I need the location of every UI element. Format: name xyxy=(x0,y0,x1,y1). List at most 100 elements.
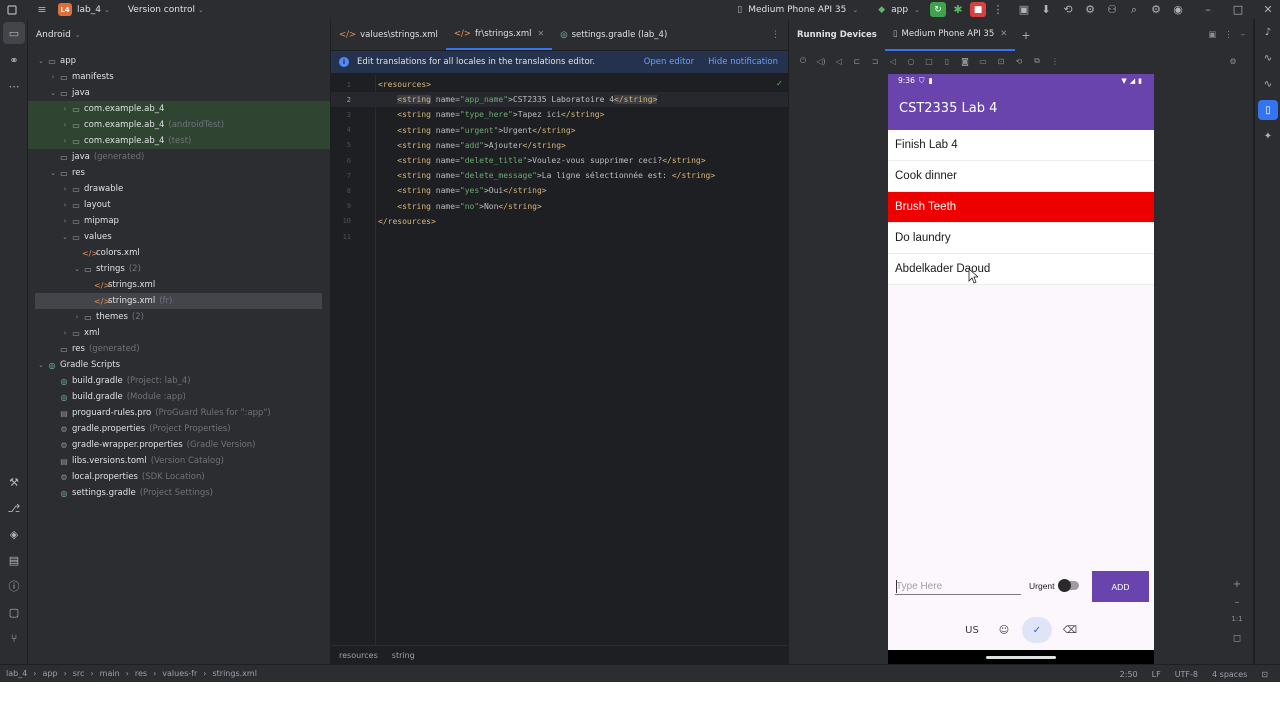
home-gesture-pill[interactable] xyxy=(986,656,1056,659)
list-item[interactable]: Brush Teeth xyxy=(888,192,1154,223)
tree-item[interactable]: ▭ res (generated) xyxy=(28,341,330,357)
tree-item[interactable]: › ▭ themes (2) xyxy=(28,309,330,325)
collapsed-chevron-icon[interactable]: › xyxy=(60,137,70,145)
path-item[interactable]: src xyxy=(73,669,85,678)
tree-item[interactable]: ⚙ gradle.properties (Project Properties) xyxy=(28,421,330,437)
tree-item[interactable]: ◎ settings.gradle (Project Settings) xyxy=(28,485,330,501)
tree-item[interactable]: </> strings.xml xyxy=(28,277,330,293)
device-frame-icon[interactable]: ▯ xyxy=(941,57,953,66)
tree-item[interactable]: ⌄ ▭ values xyxy=(28,229,330,245)
collapsed-chevron-icon[interactable]: › xyxy=(60,185,70,193)
minimize-icon[interactable]: – xyxy=(1200,2,1216,18)
collapsed-chevron-icon[interactable]: › xyxy=(60,329,70,337)
power-icon[interactable]: ⏻ xyxy=(797,56,809,66)
tree-item[interactable]: ▤ proguard-rules.pro (ProGuard Rules for "… xyxy=(28,405,330,421)
emulator-screen[interactable]: 9:36 ⛉ ▮ ▼ ◢ ▮ CST2335 Lab 4 Finish Lab … xyxy=(888,74,1154,664)
breadcrumb-item[interactable]: resources xyxy=(339,651,378,660)
add-button[interactable]: ADD xyxy=(1092,571,1149,602)
search-icon[interactable]: ⌕ xyxy=(1126,2,1142,18)
device-settings-icon[interactable]: ⚙ xyxy=(1227,57,1239,66)
tree-item[interactable]: › ▭ mipmap xyxy=(28,213,330,229)
tree-item[interactable]: › ▭ drawable xyxy=(28,181,330,197)
lock-icon[interactable]: ⊡ xyxy=(1261,670,1268,679)
code-line[interactable]: 10 </resources> xyxy=(331,214,788,229)
build-icon[interactable]: ⚒ xyxy=(0,469,28,495)
urgent-switch[interactable] xyxy=(1058,579,1079,592)
tree-item[interactable]: ⌄ ◎ Gradle Scripts xyxy=(28,357,330,373)
project-chevron-down-icon[interactable]: ⌄ xyxy=(104,6,110,14)
code-line[interactable]: 2 <string name="app_name">CST2335 Labora… xyxy=(331,92,788,108)
tree-item[interactable]: ▭ java (generated) xyxy=(28,149,330,165)
tree-item[interactable]: › ▭ layout xyxy=(28,197,330,213)
collapsed-chevron-icon[interactable]: › xyxy=(60,217,70,225)
tree-item[interactable]: › ▭ xml xyxy=(28,325,330,341)
snapshot-icon[interactable]: ⊡ xyxy=(995,57,1007,66)
tree-item[interactable]: </> strings.xml (fr) xyxy=(35,293,322,309)
running-devices-icon[interactable]: ▯ xyxy=(1258,100,1278,120)
list-item[interactable]: Cook dinner xyxy=(888,161,1154,192)
tree-item[interactable]: › ▭ manifests xyxy=(28,69,330,85)
toolbar-more-icon[interactable]: ⋮ xyxy=(1049,57,1061,66)
tree-item[interactable]: ⚙ gradle-wrapper.properties (Gradle Versio… xyxy=(28,437,330,453)
volume-down-icon[interactable]: ◁ xyxy=(833,57,845,66)
code-with-me-icon[interactable]: ⚇ xyxy=(1104,2,1120,18)
list-item[interactable]: Do laundry xyxy=(888,223,1154,254)
code-line[interactable]: 11 xyxy=(331,229,788,244)
more-tools-icon[interactable]: ⋯ xyxy=(0,73,28,99)
expanded-chevron-icon[interactable]: ⌄ xyxy=(72,265,82,273)
collapsed-chevron-icon[interactable]: › xyxy=(72,313,82,321)
version-control-menu[interactable]: Version control xyxy=(128,5,195,15)
maximize-icon[interactable]: □ xyxy=(1230,2,1246,18)
sdk-manager-icon[interactable]: ⬇ xyxy=(1038,2,1054,18)
debug-icon[interactable]: ✱ xyxy=(950,2,966,18)
ai-assistant-icon[interactable]: ✦ xyxy=(1255,123,1280,149)
tree-item[interactable]: ⌄ ▭ res xyxy=(28,165,330,181)
main-menu-icon[interactable]: ≡ xyxy=(34,2,50,18)
app-quality-icon[interactable]: ◈ xyxy=(0,521,28,547)
tree-item[interactable]: ◎ build.gradle (Project: lab_4) xyxy=(28,373,330,389)
tree-item[interactable]: › ▭ com.example.ab_4 (test) xyxy=(28,133,330,149)
keyboard-language-key[interactable]: US xyxy=(958,617,986,643)
rerun-icon[interactable]: ↻ xyxy=(930,2,946,17)
tree-item[interactable]: › ▭ com.example.ab_4 (androidTest) xyxy=(28,117,330,133)
code-line[interactable]: 6 <string name="delete_title">Voulez-vou… xyxy=(331,153,788,168)
device-selector[interactable]: Medium Phone API 35 xyxy=(748,5,846,15)
tree-item[interactable]: ◎ build.gradle (Module :app) xyxy=(28,389,330,405)
expanded-chevron-icon[interactable]: ⌄ xyxy=(36,57,46,65)
tab-close-icon[interactable]: ✕ xyxy=(538,29,545,38)
problems-icon[interactable]: ⓘ xyxy=(0,573,28,599)
tree-item[interactable]: ⚙ local.properties (SDK Location) xyxy=(28,469,330,485)
done-check-icon[interactable]: ✓ xyxy=(1022,617,1052,643)
collapsed-chevron-icon[interactable]: › xyxy=(60,121,70,129)
gradle-icon[interactable]: ∿ xyxy=(1255,71,1280,97)
volume-up-icon[interactable]: ◁) xyxy=(815,57,827,66)
expanded-chevron-icon[interactable]: ⌄ xyxy=(60,233,70,241)
plugin-icon[interactable]: ⚙ xyxy=(1082,2,1098,18)
hide-notification-link[interactable]: Hide notification xyxy=(708,57,778,67)
gemini-icon[interactable]: ∿ xyxy=(1255,45,1280,71)
code-line[interactable]: 7 <string name="delete_message">La ligne… xyxy=(331,168,788,183)
app-inspection-icon[interactable]: ▤ xyxy=(0,547,28,573)
notifications-icon[interactable]: ♪ xyxy=(1255,19,1280,45)
device-tab-close-icon[interactable]: ✕ xyxy=(1000,29,1007,39)
settings-gear-icon[interactable]: ⚙ xyxy=(1148,2,1164,18)
tree-item[interactable]: ⌄ ▭ app xyxy=(28,53,330,69)
device-tab[interactable]: ▯ Medium Phone API 35 ✕ xyxy=(884,19,1016,51)
line-separator[interactable]: LF xyxy=(1152,670,1161,679)
backspace-icon[interactable]: ⌫ xyxy=(1056,617,1084,643)
restore-icon[interactable]: ⟲ xyxy=(1013,57,1025,66)
project-name[interactable]: lab_4 xyxy=(77,5,101,15)
list-item[interactable]: Finish Lab 4 xyxy=(888,130,1154,161)
expanded-chevron-icon[interactable]: ⌄ xyxy=(36,361,46,369)
tree-item[interactable]: ⌄ ▭ strings (2) xyxy=(28,261,330,277)
path-item[interactable]: strings.xml xyxy=(212,669,256,678)
panel-minimize-icon[interactable]: – xyxy=(1241,30,1245,40)
project-tool-icon[interactable]: ▭ xyxy=(3,22,25,44)
terminal-icon[interactable]: ▢ xyxy=(0,599,28,625)
stop-icon[interactable]: ■ xyxy=(970,2,986,17)
device-manager-icon[interactable]: ▣ xyxy=(1016,2,1032,18)
resource-manager-icon[interactable]: ⚭ xyxy=(0,47,28,73)
path-item[interactable]: app xyxy=(43,669,58,678)
code-line[interactable]: 8 <string name="yes">Oui</string> xyxy=(331,183,788,198)
path-item[interactable]: values-fr xyxy=(162,669,197,678)
